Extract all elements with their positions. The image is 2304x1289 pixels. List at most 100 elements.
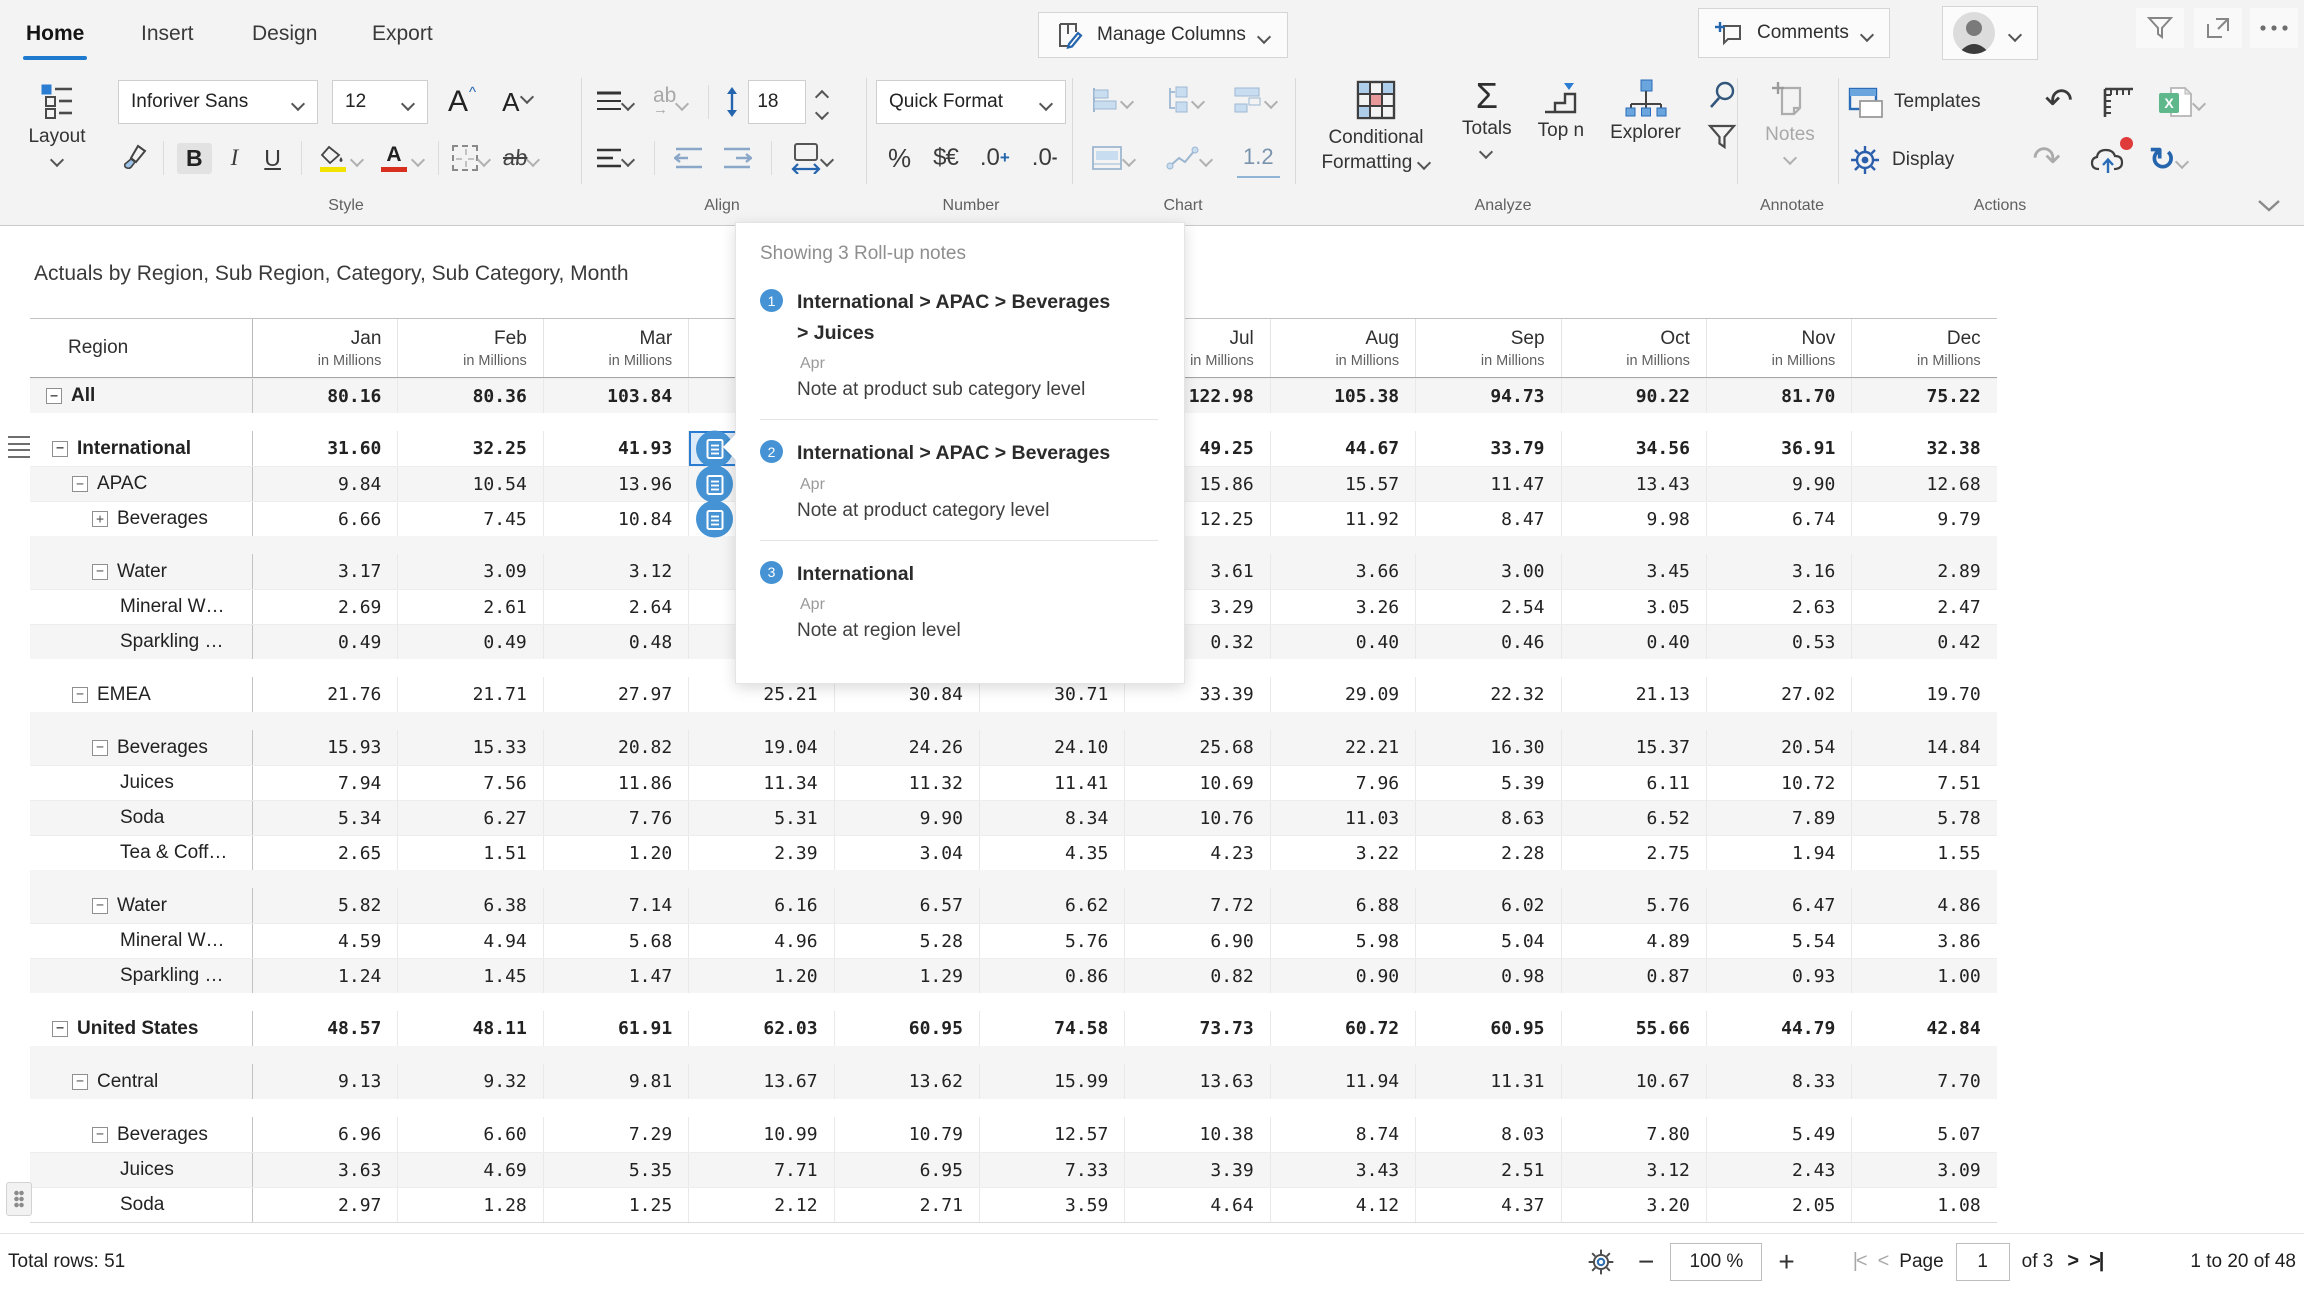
visual-filter-button[interactable] — [2136, 8, 2184, 48]
data-cell[interactable]: 44.67 — [1270, 431, 1415, 466]
data-cell[interactable]: 55.66 — [1561, 1011, 1706, 1046]
data-cell[interactable]: 1.45 — [397, 959, 542, 993]
data-cell[interactable]: 6.95 — [834, 1153, 979, 1187]
data-cell[interactable]: 19.70 — [1851, 677, 1996, 712]
layout-button[interactable]: Layout — [14, 80, 100, 165]
more-options-button[interactable] — [2250, 8, 2298, 48]
data-cell[interactable]: 6.66 — [252, 502, 397, 536]
data-cell[interactable]: 48.11 — [397, 1011, 542, 1046]
wrap-text-button[interactable]: ab→ — [647, 82, 695, 122]
data-cell[interactable]: 20.54 — [1706, 730, 1851, 765]
data-cell[interactable]: 0.98 — [1415, 959, 1560, 993]
data-cell[interactable]: 3.12 — [543, 554, 688, 589]
data-cell[interactable]: 14.84 — [1851, 730, 1996, 765]
data-cell[interactable]: 5.31 — [688, 801, 833, 835]
data-cell[interactable]: 2.51 — [1415, 1153, 1560, 1187]
increase-font-button[interactable]: A^ — [442, 82, 482, 122]
data-cell[interactable]: 4.89 — [1561, 924, 1706, 958]
data-cell[interactable]: 5.34 — [252, 801, 397, 835]
data-cell[interactable]: 29.09 — [1270, 677, 1415, 712]
data-cell[interactable]: 15.33 — [397, 730, 542, 765]
data-cell[interactable]: 5.68 — [543, 924, 688, 958]
data-cell[interactable]: 0.46 — [1415, 625, 1560, 659]
data-cell[interactable]: 8.34 — [979, 801, 1124, 835]
data-cell[interactable]: 3.00 — [1415, 554, 1560, 589]
row-label-beverages[interactable]: +Beverages — [30, 502, 252, 536]
data-cell[interactable]: 6.57 — [834, 888, 979, 923]
data-cell[interactable]: 81.70 — [1706, 379, 1851, 413]
data-cell[interactable]: 5.76 — [1561, 888, 1706, 923]
row-label-all[interactable]: −All — [30, 379, 252, 413]
data-cell[interactable]: 2.64 — [543, 590, 688, 624]
data-cell[interactable]: 60.95 — [834, 1011, 979, 1046]
decrease-indent-button[interactable] — [668, 138, 710, 178]
notes-button[interactable]: Notes — [1748, 80, 1832, 163]
data-cell[interactable]: 75.22 — [1851, 379, 1996, 413]
settings-button[interactable] — [1586, 1247, 1616, 1277]
font-size-select[interactable]: 12 — [332, 80, 428, 124]
data-cell[interactable]: 36.91 — [1706, 431, 1851, 466]
data-cell[interactable]: 60.72 — [1270, 1011, 1415, 1046]
data-cell[interactable]: 2.61 — [397, 590, 542, 624]
data-cell[interactable]: 0.48 — [543, 625, 688, 659]
row-label-sparkling--[interactable]: Sparkling … — [30, 959, 252, 993]
data-cell[interactable]: 2.69 — [252, 590, 397, 624]
tab-home[interactable]: Home — [26, 22, 84, 46]
data-cell[interactable]: 6.11 — [1561, 766, 1706, 800]
data-cell[interactable]: 2.97 — [252, 1188, 397, 1222]
horizontal-align-button[interactable] — [590, 138, 641, 178]
data-cell[interactable]: 7.71 — [688, 1153, 833, 1187]
data-cell[interactable]: 5.76 — [979, 924, 1124, 958]
data-cell[interactable]: 10.69 — [1124, 766, 1269, 800]
collapse-toggle-icon[interactable]: − — [52, 441, 68, 457]
data-cell[interactable]: 11.41 — [979, 766, 1124, 800]
data-cell[interactable]: 7.29 — [543, 1117, 688, 1152]
currency-format-button[interactable]: $€ — [927, 138, 964, 178]
data-cell[interactable]: 11.34 — [688, 766, 833, 800]
data-cell[interactable]: 3.12 — [1561, 1153, 1706, 1187]
data-cell[interactable]: 2.65 — [252, 836, 397, 870]
font-color-button[interactable]: A — [370, 138, 431, 178]
row-height-decrease-button[interactable] — [816, 105, 829, 118]
data-cell[interactable]: 1.55 — [1851, 836, 1996, 870]
data-cell[interactable]: 2.75 — [1561, 836, 1706, 870]
data-cell[interactable]: 12.68 — [1851, 467, 1996, 501]
collapse-toggle-icon[interactable]: − — [92, 898, 108, 914]
sparkline-button[interactable] — [1160, 138, 1219, 178]
data-cell[interactable]: 3.86 — [1851, 924, 1996, 958]
data-cell[interactable]: 6.90 — [1124, 924, 1269, 958]
data-cell[interactable]: 6.96 — [252, 1117, 397, 1152]
data-cell[interactable]: 4.12 — [1270, 1188, 1415, 1222]
data-cell[interactable]: 1.28 — [397, 1188, 542, 1222]
data-cell[interactable]: 0.49 — [252, 625, 397, 659]
data-cell[interactable]: 24.10 — [979, 730, 1124, 765]
data-cell[interactable]: 0.93 — [1706, 959, 1851, 993]
data-cell[interactable]: 5.35 — [543, 1153, 688, 1187]
data-cell[interactable]: 10.84 — [543, 502, 688, 536]
column-header-sep[interactable]: Sepin Millions — [1415, 319, 1560, 377]
data-cell[interactable]: 2.43 — [1706, 1153, 1851, 1187]
data-cell[interactable]: 27.97 — [543, 677, 688, 712]
data-cell[interactable]: 16.30 — [1415, 730, 1560, 765]
row-label-sparkling--[interactable]: Sparkling … — [30, 625, 252, 659]
explorer-button[interactable]: Explorer — [1610, 78, 1681, 144]
data-cell[interactable]: 6.16 — [688, 888, 833, 923]
column-header-feb[interactable]: Febin Millions — [397, 319, 542, 377]
data-cell[interactable]: 22.21 — [1270, 730, 1415, 765]
data-cell[interactable]: 32.38 — [1851, 431, 1996, 466]
zoom-level-input[interactable]: 100 % — [1670, 1243, 1762, 1281]
data-cell[interactable]: 6.88 — [1270, 888, 1415, 923]
data-cell[interactable]: 3.22 — [1270, 836, 1415, 870]
data-cell[interactable]: 8.63 — [1415, 801, 1560, 835]
data-cell[interactable]: 62.03 — [688, 1011, 833, 1046]
collapse-toggle-icon[interactable]: − — [72, 687, 88, 703]
data-cell[interactable]: 2.63 — [1706, 590, 1851, 624]
data-cell[interactable]: 2.71 — [834, 1188, 979, 1222]
increase-indent-button[interactable] — [716, 138, 758, 178]
data-cell[interactable]: 15.37 — [1561, 730, 1706, 765]
data-cell[interactable]: 8.74 — [1270, 1117, 1415, 1152]
bar-chart-button[interactable] — [1085, 80, 1140, 120]
manage-columns-button[interactable]: Manage Columns — [1038, 12, 1288, 58]
data-cell[interactable]: 20.82 — [543, 730, 688, 765]
data-cell[interactable]: 1.20 — [543, 836, 688, 870]
